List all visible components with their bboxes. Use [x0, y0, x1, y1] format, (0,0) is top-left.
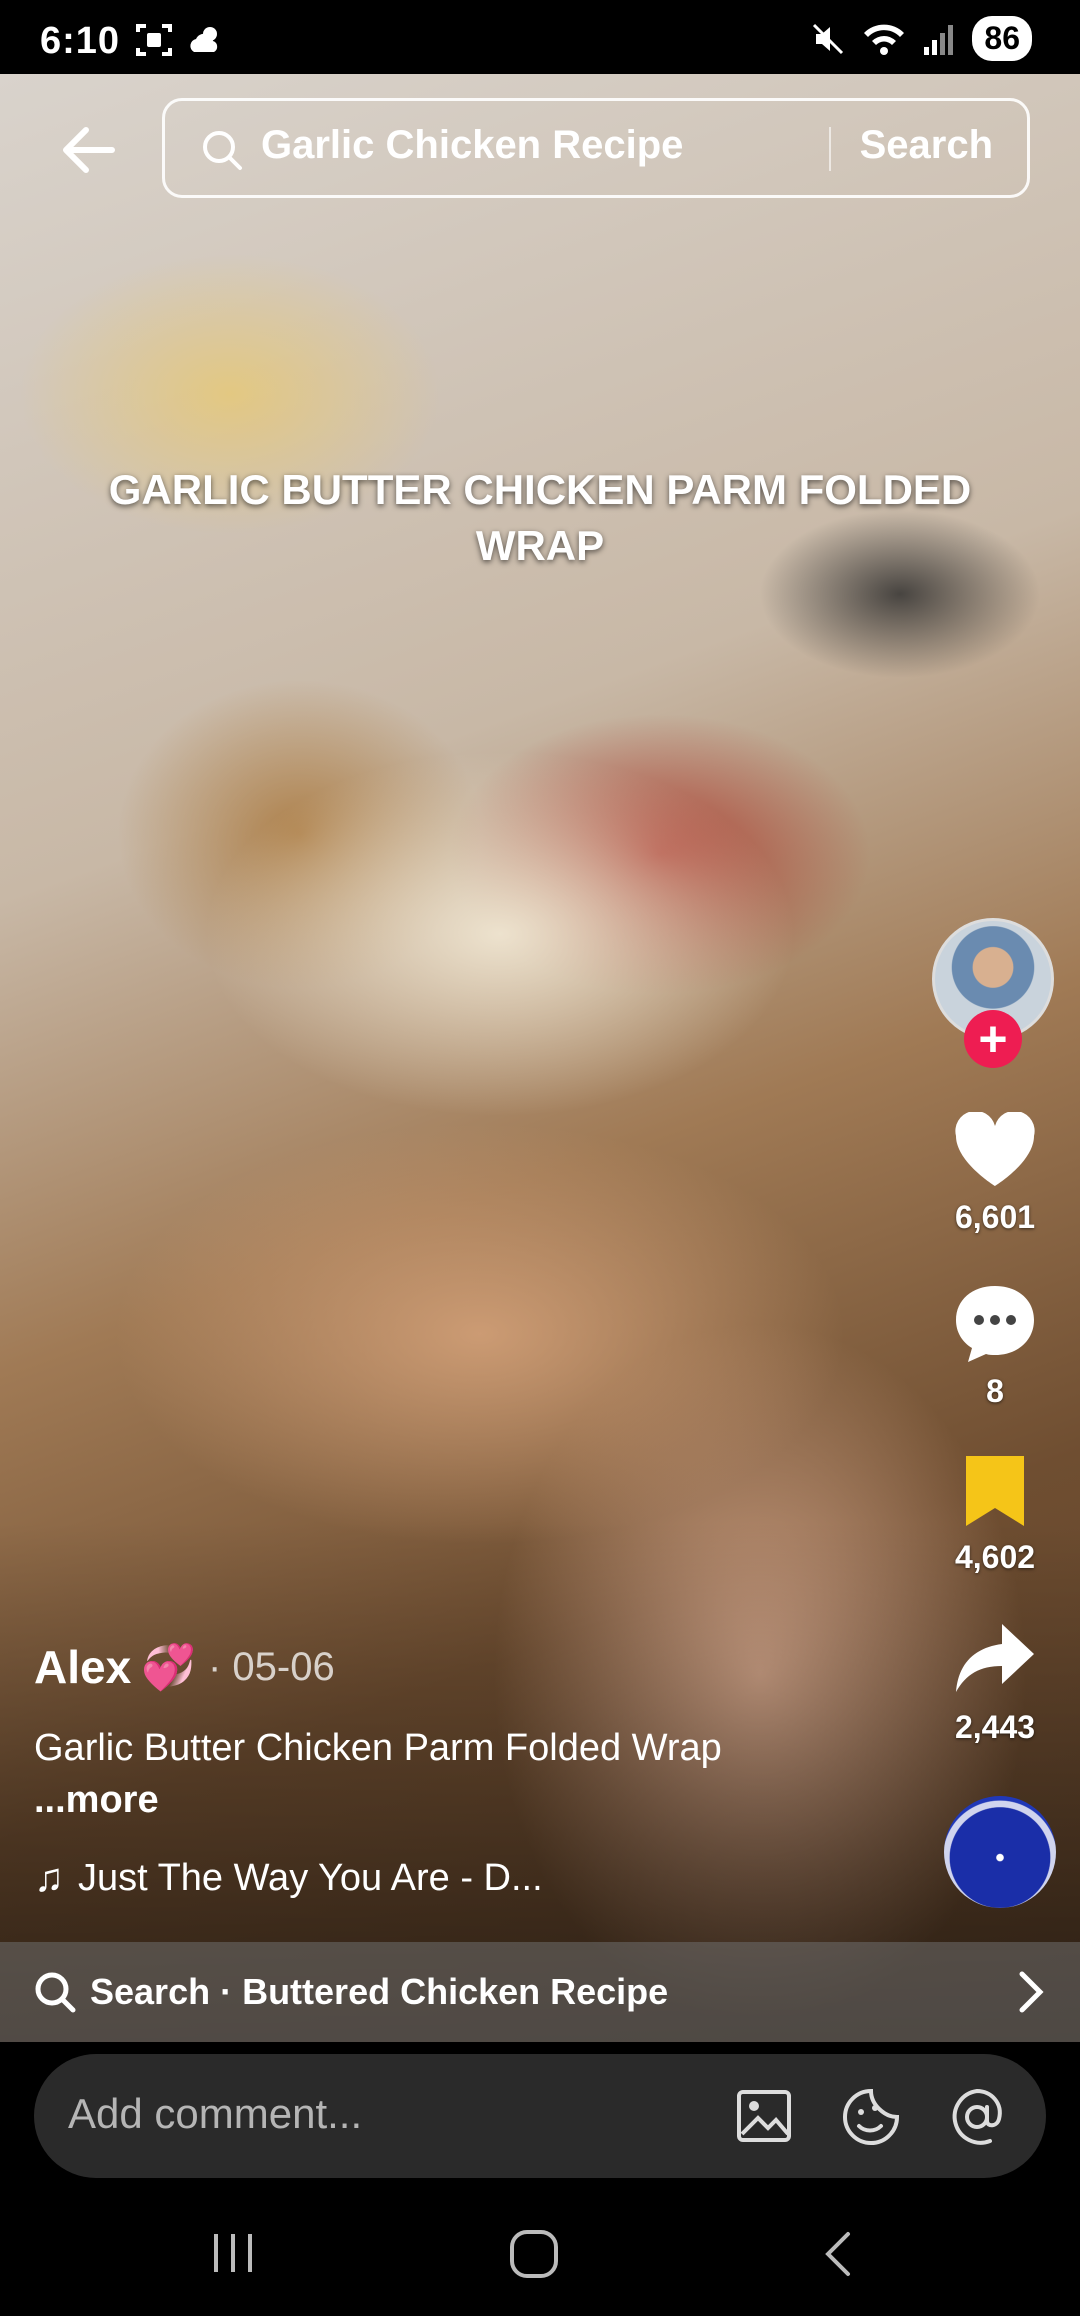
save-action[interactable]: 4,602	[940, 1452, 1050, 1576]
wifi-icon	[864, 24, 905, 55]
comment-area: Add comment...	[0, 2042, 1080, 2192]
related-search-bar[interactable]: Search · Buttered Chicken Recipe	[0, 1942, 1080, 2042]
bookmark-icon	[966, 1456, 1024, 1526]
music-disc-icon[interactable]	[944, 1796, 1056, 1908]
post-author-row: Alex 💞 · 05-06	[34, 1640, 335, 1694]
share-count: 2,443	[954, 1709, 1036, 1745]
mute-icon	[813, 23, 844, 54]
search-bar[interactable]: Garlic Chicken Recipe Search	[162, 98, 1030, 198]
comment-count: 8	[986, 1373, 1004, 1409]
recent-apps-icon[interactable]	[208, 2228, 258, 2278]
status-bar: 6:10 86	[0, 0, 1080, 74]
back-arrow-icon[interactable]	[58, 120, 118, 180]
weather-icon	[190, 27, 218, 52]
signal-icon	[924, 24, 954, 55]
like-action[interactable]: 6,601	[940, 1110, 1050, 1236]
system-nav-bar	[0, 2192, 1080, 2316]
comment-action[interactable]: 8	[940, 1282, 1050, 1410]
search-icon	[203, 131, 242, 170]
search-input[interactable]: Garlic Chicken Recipe	[261, 123, 683, 168]
image-icon[interactable]	[734, 2086, 794, 2146]
heart-icon	[955, 1110, 1035, 1186]
status-right-icons: 86	[810, 16, 1032, 61]
username[interactable]: Alex	[34, 1640, 131, 1694]
post-date: · 05-06	[207, 1644, 335, 1689]
search-divider	[829, 127, 831, 171]
chevron-right-icon	[1019, 1971, 1044, 2013]
related-search-label: Search · Buttered Chicken Recipe	[90, 1971, 669, 2012]
video-caption: GARLIC BUTTER CHICKEN PARM FOLDED WRAP	[108, 466, 972, 569]
mention-icon[interactable]	[946, 2086, 1008, 2148]
share-action[interactable]: 2,443	[940, 1620, 1050, 1746]
share-arrow-icon	[956, 1624, 1034, 1692]
status-time: 6:10	[40, 20, 121, 62]
status-left-icons	[134, 22, 226, 58]
more-link[interactable]: ...more	[34, 1774, 874, 1826]
comment-input[interactable]: Add comment...	[34, 2054, 1046, 2178]
username-emoji: 💞	[141, 1643, 196, 1692]
save-count: 4,602	[954, 1539, 1036, 1575]
music-row[interactable]: ♫ Just The Way You Are - D...	[34, 1856, 543, 1901]
search-button[interactable]: Search	[860, 123, 993, 168]
music-title: Just The Way You Are - D...	[78, 1857, 543, 1899]
comment-bubble-icon	[956, 1286, 1034, 1362]
post-description: Garlic Butter Chicken Parm Folded Wrap	[34, 1727, 722, 1769]
comment-placeholder: Add comment...	[68, 2090, 363, 2137]
music-note-icon: ♫	[34, 1856, 64, 1900]
search-icon	[35, 1972, 76, 2013]
emoji-sticker-icon[interactable]	[840, 2086, 902, 2148]
follow-button[interactable]: +	[964, 1010, 1022, 1068]
home-icon[interactable]	[508, 2228, 560, 2280]
like-count: 6,601	[954, 1199, 1036, 1235]
back-nav-icon[interactable]	[818, 2228, 858, 2280]
post-description-block: Garlic Butter Chicken Parm Folded Wrap .…	[34, 1722, 874, 1826]
screenshot-icon	[136, 24, 172, 56]
battery-indicator: 86	[972, 16, 1032, 61]
